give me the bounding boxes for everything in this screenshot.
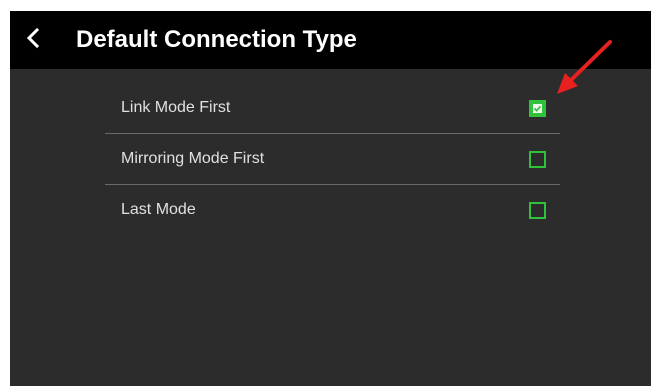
option-label: Link Mode First — [121, 99, 231, 116]
back-button[interactable] — [10, 11, 56, 69]
option-label: Mirroring Mode First — [121, 150, 265, 167]
option-last-mode[interactable]: Last Mode — [105, 184, 560, 235]
option-mirroring-mode-first[interactable]: Mirroring Mode First — [105, 133, 560, 184]
checkmark-icon — [533, 104, 542, 113]
page-title: Default Connection Type — [76, 26, 357, 53]
settings-screen: Default Connection Type Link Mode First … — [10, 11, 651, 386]
header-bar: Default Connection Type — [10, 11, 651, 69]
option-link-mode-first[interactable]: Link Mode First — [105, 83, 560, 133]
connection-type-list: Link Mode First Mirroring Mode First Las… — [105, 83, 560, 235]
checkbox-mirroring-mode-first[interactable] — [529, 151, 546, 168]
checkbox-last-mode[interactable] — [529, 202, 546, 219]
option-label: Last Mode — [121, 201, 196, 218]
checkbox-link-mode-first[interactable] — [529, 100, 546, 117]
chevron-left-icon — [26, 27, 40, 54]
